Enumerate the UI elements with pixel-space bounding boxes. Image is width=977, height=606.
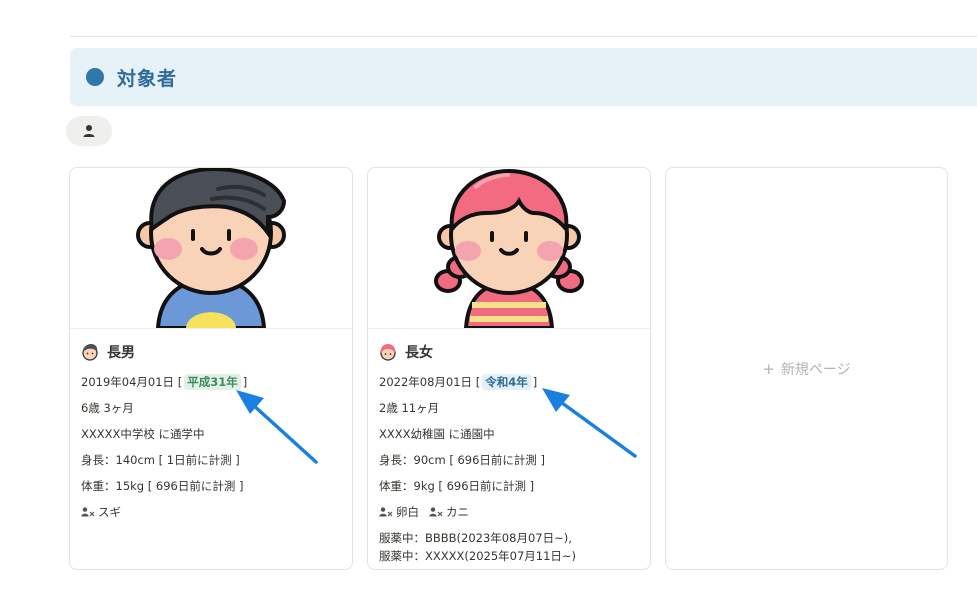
birth-date-property: 2022年08月01日 [ 令和4年 ] <box>379 374 538 390</box>
allergy-chip: カニ <box>429 504 469 520</box>
medication-item: 服薬中：BBBB(2023年08月07日~), <box>379 531 572 545</box>
allergy-property: 卵白 カニ <box>379 499 638 525</box>
birth-date-value: 2022年08月01日 <box>379 375 473 389</box>
allergy-chip: スギ <box>81 504 121 520</box>
person-x-icon <box>379 507 393 517</box>
gallery-card-eldest-son[interactable]: 長男 2019年04月01日 [ 平成31年 ] 6歳 3ヶ月 XXXXX中学校… <box>69 167 353 570</box>
new-page-card[interactable]: + 新規ページ <box>665 167 948 570</box>
card-title: 長男 <box>107 345 135 361</box>
section-heading: 対象者 <box>70 48 977 106</box>
era-tag: 令和4年 <box>482 374 531 390</box>
top-divider <box>70 36 977 37</box>
person-x-icon <box>81 507 95 517</box>
allergy-value: 卵白 <box>396 505 419 519</box>
new-page-button[interactable]: + 新規ページ <box>762 359 850 379</box>
birth-date-property: 2019年04月01日 [ 平成31年 ] <box>81 374 248 390</box>
person-x-icon <box>429 507 443 517</box>
person-icon <box>83 125 95 137</box>
height-property: 身長：140cm [ 1日前に計測 ] <box>81 453 240 467</box>
girl-avatar-illustration <box>434 168 584 328</box>
weight-property: 体重：15kg [ 696日前に計測 ] <box>81 479 244 493</box>
card-title-row: 長女 <box>379 341 638 363</box>
school-property: XXXXX中学校 に通学中 <box>81 427 205 441</box>
boy-avatar-illustration <box>136 168 287 328</box>
new-page-label: 新規ページ <box>780 361 851 378</box>
girl-face-icon <box>379 343 397 361</box>
medication-item: 服薬中：XXXXX(2025年07月11日~) <box>379 549 577 563</box>
era-tag: 平成31年 <box>184 374 241 390</box>
medication-property: 服薬中：BBBB(2023年08月07日~), 服薬中：XXXXX(2025年0… <box>379 529 638 565</box>
height-property: 身長：90cm [ 696日前に計測 ] <box>379 453 546 467</box>
allergy-value: スギ <box>98 505 121 519</box>
boy-face-icon <box>81 343 99 361</box>
allergy-chip: 卵白 <box>379 504 419 520</box>
gallery-card-eldest-daughter[interactable]: 長女 2022年08月01日 [ 令和4年 ] 2歳 11ヶ月 XXXX幼稚園 … <box>367 167 651 570</box>
allergy-value: カニ <box>446 505 469 519</box>
allergy-property: スギ <box>81 499 340 525</box>
school-property: XXXX幼稚園 に通園中 <box>379 427 495 441</box>
bullet-dot-icon <box>86 68 104 86</box>
person-filter-button[interactable] <box>66 116 112 146</box>
birth-date-value: 2019年04月01日 <box>81 375 175 389</box>
age-property: 2歳 11ヶ月 <box>379 401 440 415</box>
plus-icon: + <box>762 359 775 378</box>
weight-property: 体重：9kg [ 696日前に計測 ] <box>379 479 535 493</box>
age-property: 6歳 3ヶ月 <box>81 401 134 415</box>
card-cover-boy <box>70 168 352 329</box>
card-title: 長女 <box>405 345 433 361</box>
card-title-row: 長男 <box>81 341 340 363</box>
section-title: 対象者 <box>117 67 178 90</box>
card-cover-girl <box>368 168 650 329</box>
